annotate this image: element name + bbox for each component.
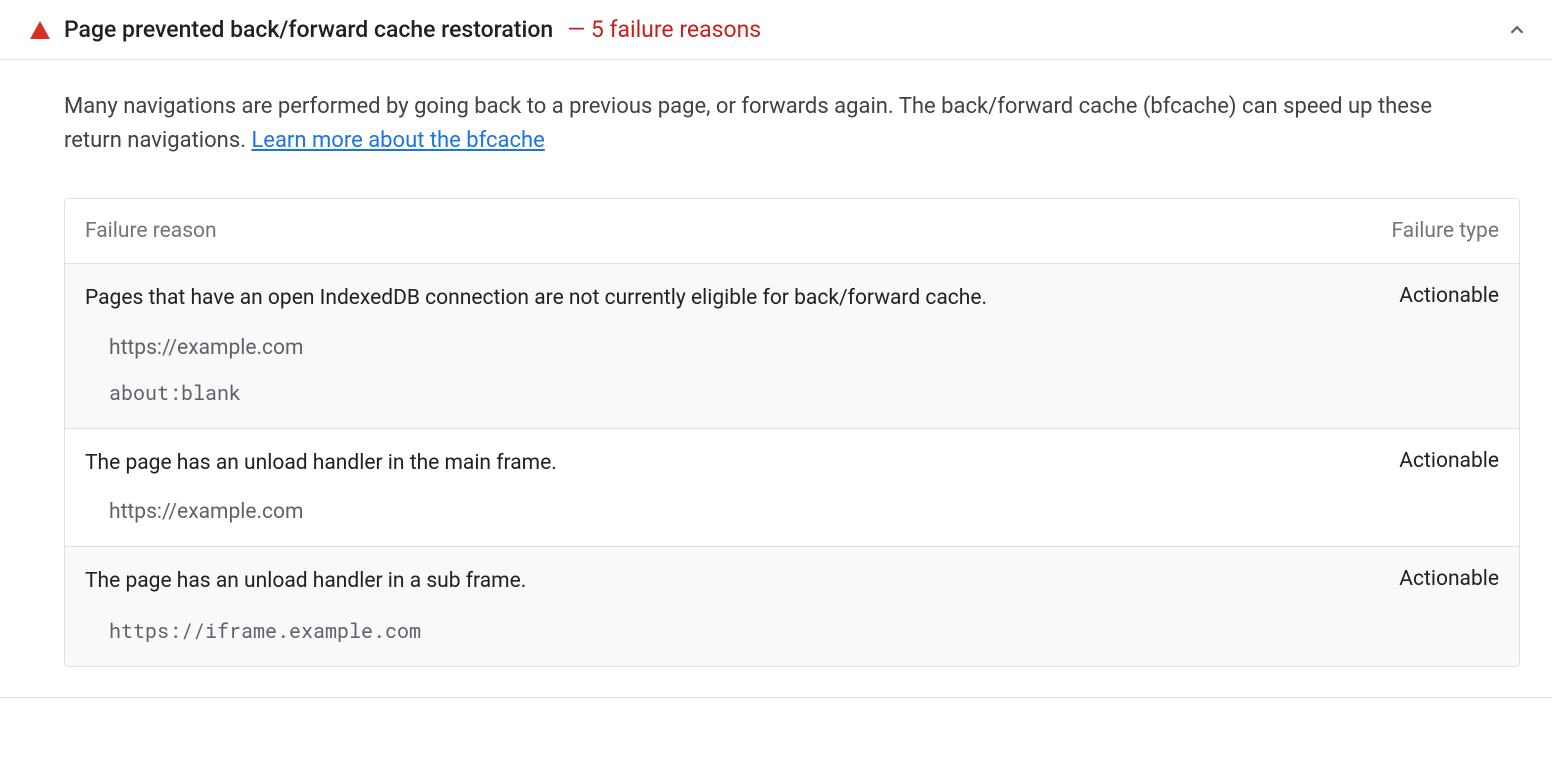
description: Many navigations are performed by going … — [64, 90, 1484, 158]
table-row: Pages that have an open IndexedDB connec… — [65, 264, 1519, 428]
failure-reason: The page has an unload handler in a sub … — [85, 567, 1359, 596]
failure-reason: The page has an unload handler in the ma… — [85, 449, 1359, 478]
panel-title: Page prevented back/forward cache restor… — [64, 16, 553, 43]
failure-table: Failure reason Failure type Pages that h… — [64, 198, 1520, 667]
column-header-type: Failure type — [1359, 219, 1499, 243]
failure-reason: Pages that have an open IndexedDB connec… — [85, 284, 1359, 313]
warning-triangle-icon — [30, 21, 50, 39]
url-list: https://example.com about:blank — [85, 336, 1499, 406]
url-item: about:blank — [109, 380, 1499, 406]
failure-type: Actionable — [1359, 449, 1499, 473]
learn-more-link[interactable]: Learn more about the bfcache — [251, 128, 544, 153]
panel-content: Many navigations are performed by going … — [0, 60, 1552, 698]
chevron-up-icon[interactable] — [1506, 19, 1528, 41]
url-item: https://example.com — [109, 336, 1499, 360]
url-item: https://iframe.example.com — [109, 618, 1499, 644]
table-row: The page has an unload handler in the ma… — [65, 429, 1519, 547]
column-header-reason: Failure reason — [85, 219, 1359, 243]
panel-header[interactable]: Page prevented back/forward cache restor… — [0, 0, 1552, 60]
failure-type: Actionable — [1359, 284, 1499, 308]
url-item: https://example.com — [109, 500, 1499, 524]
url-list: https://example.com — [85, 500, 1499, 524]
failure-type: Actionable — [1359, 567, 1499, 591]
failure-count: — 5 failure reasons — [567, 16, 761, 43]
url-list: https://iframe.example.com — [85, 618, 1499, 644]
table-header: Failure reason Failure type — [65, 199, 1519, 264]
table-row: The page has an unload handler in a sub … — [65, 547, 1519, 666]
